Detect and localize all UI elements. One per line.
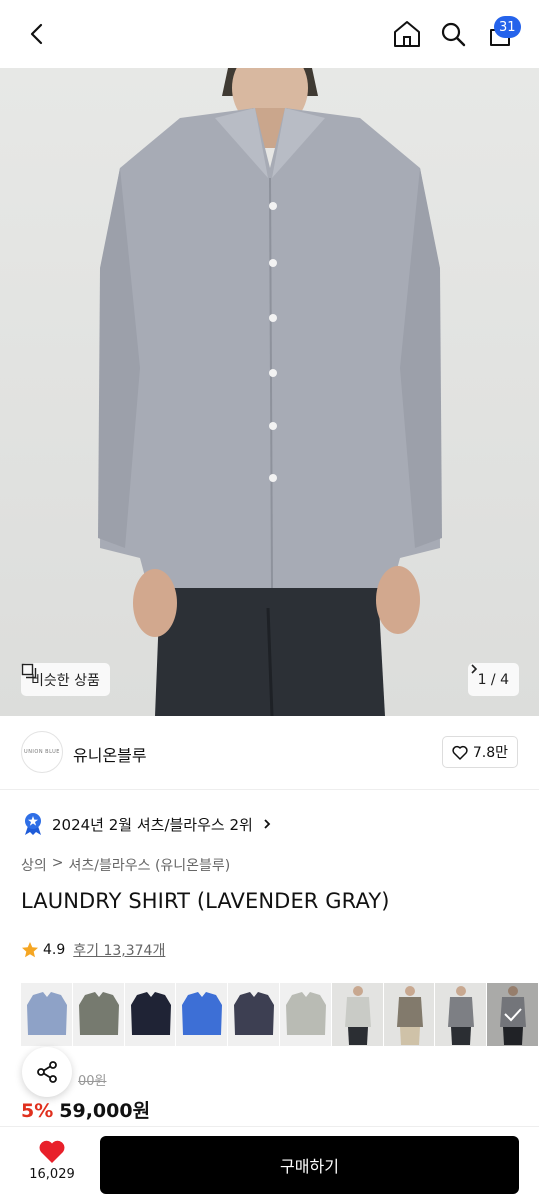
product-title: LAUNDRY SHIRT (LAVENDER GRAY) [21,889,390,913]
image-page-indicator[interactable]: 1 / 4 [467,663,519,696]
original-price: 00원 [78,1074,107,1089]
top-nav-bar: 31 [0,0,539,68]
shirt-icon [285,992,326,1035]
model-thumbnail[interactable] [383,983,436,1046]
buy-button[interactable]: 구매하기 [100,1136,519,1194]
breadcrumb-category[interactable]: 상의 [21,855,47,875]
discount-rate: 5% [21,1100,54,1122]
heart-filled-icon [39,1140,65,1163]
chevron-right-icon [264,819,271,829]
shirt-icon [234,992,275,1035]
model-thumbnail[interactable] [435,983,488,1046]
bottom-action-bar: 16,029 구매하기 [0,1126,539,1200]
star-icon [22,942,38,958]
model-figure-icon [448,986,475,1045]
model-figure-icon [487,983,538,1046]
model-thumbnail-selected[interactable] [487,983,539,1046]
similar-icon [21,663,37,679]
page-indicator-text: 1 / 4 [477,671,509,688]
share-button[interactable] [22,1047,72,1097]
sale-price: 59,000원 [59,1100,151,1122]
rating-row[interactable]: 4.9 후기 13,374개 [21,940,165,960]
shirt-icon [130,992,171,1035]
color-swatch[interactable] [21,983,73,1046]
color-swatch[interactable] [279,983,332,1046]
shirt-model-illustration [98,68,442,716]
brand-like-count: 7.8만 [472,745,508,761]
back-icon[interactable] [20,16,56,52]
product-image[interactable]: 비슷한 상품 1 / 4 [0,68,539,716]
model-figure-icon [344,986,371,1045]
color-swatch[interactable] [72,983,125,1046]
color-swatch[interactable] [176,983,229,1046]
price-row: 5% 59,000원 [21,1096,150,1123]
chevron-right-icon [470,664,477,674]
color-swatch-strip [21,983,539,1046]
ranking-link[interactable]: 2024년 2월 셔츠/블라우스 2위 [22,812,273,836]
model-figure-icon [396,986,423,1045]
shirt-icon [78,992,119,1035]
similar-products-button[interactable]: 비슷한 상품 [21,663,110,696]
shirt-icon [182,992,223,1035]
breadcrumb-separator-icon: > [51,855,64,871]
home-icon[interactable] [389,16,425,52]
heart-outline-icon [452,745,468,760]
similar-products-label: 비슷한 상품 [31,672,100,689]
brand-row[interactable]: UNION BLUE 유니온블루 7.8만 [0,716,539,790]
search-icon[interactable] [435,16,471,52]
reviews-link[interactable]: 후기 13,374개 [73,940,165,960]
rating-value: 4.9 [43,942,66,958]
ranking-medal-icon [25,813,41,835]
brand-logo: UNION BLUE [21,731,63,773]
share-icon [37,1061,57,1083]
breadcrumb-subcategory[interactable]: 셔츠/블라우스 (유니온블루) [69,855,231,875]
brand-like-button[interactable]: 7.8만 [441,736,518,768]
shirt-icon [27,992,67,1035]
model-thumbnail[interactable] [331,983,384,1046]
brand-name[interactable]: 유니온블루 [73,742,147,766]
cart-count-badge: 31 [494,16,521,38]
wishlist-button[interactable]: 16,029 [20,1139,84,1182]
breadcrumb: 상의 > 셔츠/블라우스 (유니온블루) [21,855,230,875]
ranking-text: 2024년 2월 셔츠/블라우스 2위 [52,815,253,834]
color-swatch[interactable] [228,983,280,1046]
wishlist-count: 16,029 [29,1167,75,1182]
color-swatch[interactable] [124,983,177,1046]
